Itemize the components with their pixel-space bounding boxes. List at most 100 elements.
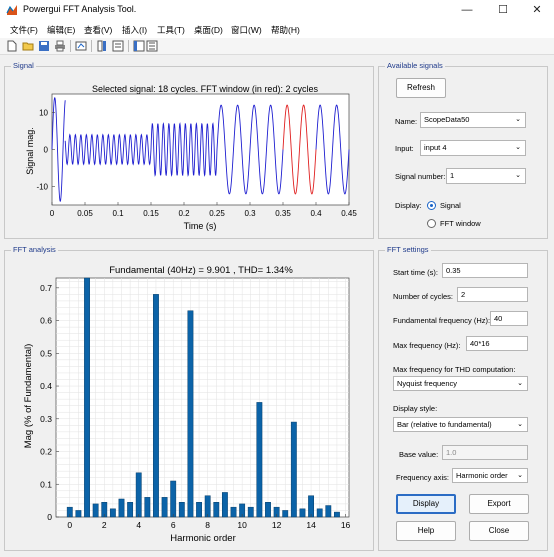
signal-y-tick-label: -10 — [36, 183, 48, 192]
signal-x-tick-label: 0.3 — [244, 209, 256, 218]
display-label: Display: — [395, 201, 422, 210]
print-icon[interactable] — [54, 40, 66, 52]
refresh-button[interactable]: Refresh — [396, 78, 446, 98]
fft-bar — [230, 506, 237, 518]
fft-bar — [84, 277, 90, 518]
available-signals-panel: Available signals Refresh Name: ScopeDat… — [378, 61, 548, 239]
open-folder-icon[interactable] — [22, 40, 34, 52]
fft-bar — [213, 502, 220, 518]
base-value-label: Base value: — [399, 450, 439, 459]
fft-x-tick-label: 4 — [136, 520, 141, 530]
signal-plot-title: Selected signal: 18 cycles. FFT window (… — [92, 84, 318, 94]
cycles-label: Number of cycles: — [393, 292, 454, 301]
display-fft-window-radio[interactable] — [427, 219, 436, 228]
new-file-icon[interactable] — [6, 40, 18, 52]
fund-freq-field[interactable]: 40 — [490, 311, 528, 326]
max-freq-field[interactable]: 40*16 — [466, 336, 528, 351]
fft-plot: Fundamental (40Hz) = 9.901 , THD= 1.34% … — [23, 265, 351, 544]
fft-bar — [325, 505, 332, 518]
minimize-button[interactable]: — — [450, 0, 484, 20]
fft-x-label: Harmonic order — [170, 533, 235, 544]
signal-panel: Signal Selected signal: 18 cycles. FFT w… — [4, 61, 374, 239]
freq-axis-dropdown[interactable]: Harmonic order ⌄ — [452, 468, 528, 483]
fft-x-tick-label: 16 — [341, 520, 351, 530]
table-icon[interactable] — [133, 40, 145, 52]
name-dropdown[interactable]: ScopeData50 ⌄ — [420, 112, 526, 128]
close-button[interactable]: Close — [469, 521, 529, 541]
window-title: Powergui FFT Analysis Tool. — [23, 4, 137, 14]
chevron-down-icon: ⌄ — [517, 421, 523, 428]
menu-bar: 文件(F) 编辑(E) 查看(V) 插入(I) 工具(T) 桌面(D) 窗口(W… — [0, 20, 554, 38]
menu-tools[interactable]: 工具(T) — [157, 24, 185, 36]
signal-y-tick-label: 10 — [39, 109, 48, 118]
fft-x-tick-label: 10 — [237, 520, 247, 530]
fft-settings-panel: FFT settings Start time (s): 0.35 Number… — [378, 245, 548, 551]
menu-edit[interactable]: 编辑(E) — [47, 24, 75, 36]
link-plot-icon[interactable] — [75, 40, 87, 52]
input-dropdown[interactable]: input 4 ⌄ — [420, 140, 526, 156]
fft-bar — [308, 495, 315, 518]
fft-x-tick-label: 12 — [272, 520, 282, 530]
legend-icon[interactable] — [112, 40, 124, 52]
start-time-field[interactable]: 0.35 — [442, 263, 528, 278]
fft-bar — [247, 506, 254, 518]
signal-x-tick-label: 0.25 — [209, 209, 225, 218]
cycles-field[interactable]: 2 — [457, 287, 528, 302]
thd-dropdown[interactable]: Nyquist frequency ⌄ — [393, 376, 528, 391]
display-style-dropdown[interactable]: Bar (relative to fundamental) ⌄ — [393, 417, 528, 432]
signal-x-tick-label: 0.2 — [178, 209, 190, 218]
fft-bar — [135, 472, 142, 518]
menu-file[interactable]: 文件(F) — [10, 24, 38, 36]
fft-y-tick-label: 0.6 — [40, 316, 52, 326]
fft-y-tick-label: 0.7 — [40, 283, 52, 293]
chevron-down-icon: ⌄ — [515, 116, 521, 123]
thd-label: Max frequency for THD computation: — [393, 365, 516, 374]
fft-bar — [299, 508, 306, 518]
fft-bar — [127, 502, 134, 518]
signal-y-tick-label: 0 — [44, 146, 49, 155]
fft-x-tick-label: 2 — [102, 520, 107, 530]
close-window-button[interactable]: ✕ — [520, 0, 554, 20]
signal-plot: Selected signal: 18 cycles. FFT window (… — [25, 84, 357, 231]
maximize-button[interactable]: ☐ — [486, 0, 520, 20]
fft-plot-title: Fundamental (40Hz) = 9.901 , THD= 1.34% — [109, 265, 293, 276]
title-bar: Powergui FFT Analysis Tool. — ☐ ✕ — [0, 0, 554, 20]
input-label: Input: — [395, 144, 414, 153]
signal-x-tick-label: 0.4 — [310, 209, 322, 218]
fft-bar — [118, 498, 125, 518]
signal-x-tick-label: 0 — [50, 209, 55, 218]
menu-window[interactable]: 窗口(W) — [231, 24, 262, 36]
fft-bar — [75, 510, 82, 518]
export-button[interactable]: Export — [469, 494, 529, 514]
help-button[interactable]: Help — [396, 521, 456, 541]
colorbar-icon[interactable] — [96, 40, 108, 52]
menu-help[interactable]: 帮助(H) — [271, 24, 300, 36]
toolbar-separator — [91, 40, 92, 52]
fft-x-tick-label: 0 — [67, 520, 72, 530]
data-tips-icon[interactable] — [146, 40, 158, 52]
signal-x-tick-label: 0.35 — [275, 209, 291, 218]
display-button[interactable]: Display — [396, 494, 456, 514]
signal-number-value: 1 — [450, 171, 455, 180]
fft-y-label: Mag (% of Fundamental) — [23, 344, 34, 449]
fft-bar — [204, 495, 211, 518]
display-signal-label: Signal — [440, 201, 461, 210]
signal-number-label: Signal number: — [395, 172, 446, 181]
fft-bar — [109, 508, 116, 518]
base-value-field[interactable]: 1.0 — [442, 445, 528, 460]
display-fft-window-label: FFT window — [440, 219, 481, 228]
save-icon[interactable] — [38, 40, 50, 52]
input-dropdown-value: input 4 — [424, 143, 447, 152]
fund-freq-label: Fundamental frequency (Hz): — [393, 316, 491, 325]
signal-number-dropdown[interactable]: 1 ⌄ — [446, 168, 526, 184]
menu-desktop[interactable]: 桌面(D) — [194, 24, 223, 36]
fft-bar — [316, 508, 323, 518]
signal-x-tick-label: 0.1 — [112, 209, 124, 218]
fft-bar — [221, 492, 228, 518]
signal-x-tick-label: 0.05 — [77, 209, 93, 218]
fft-bar — [256, 402, 263, 518]
menu-view[interactable]: 查看(V) — [84, 24, 112, 36]
menu-insert[interactable]: 插入(I) — [122, 24, 147, 36]
display-signal-radio[interactable] — [427, 201, 436, 210]
fft-bar — [92, 503, 99, 518]
